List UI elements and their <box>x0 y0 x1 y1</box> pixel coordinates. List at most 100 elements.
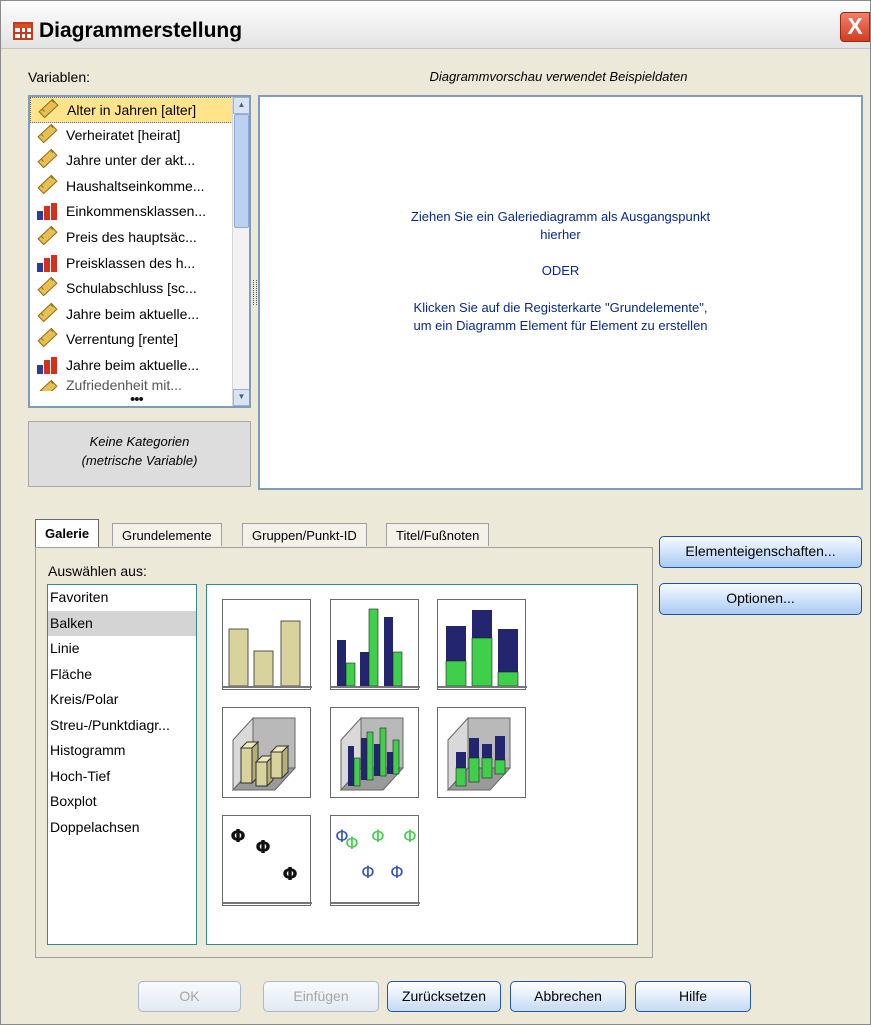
canvas-hint-3: Klicken Sie auf die Registerkarte "Grund… <box>413 300 708 315</box>
variable-label: Zufriedenheit mit... <box>66 378 182 391</box>
element-properties-button[interactable]: Elementeigenschaften... <box>659 536 862 568</box>
scale-ruler-icon <box>37 302 58 323</box>
variable-label: Alter in Jahren [alter] <box>67 102 197 118</box>
clustered-bar-chart-icon[interactable] <box>330 599 420 690</box>
variable-list-item[interactable]: Haushaltseinkomme... <box>30 174 249 200</box>
scroll-up-icon[interactable]: ▲ <box>233 97 249 114</box>
options-button[interactable]: Optionen... <box>659 583 862 615</box>
svg-text:Φ: Φ <box>390 863 403 883</box>
cancel-button[interactable]: Abbrechen <box>510 981 626 1012</box>
canvas-hint-2: hierher <box>540 227 581 242</box>
stacked-bar-chart-icon[interactable] <box>437 599 527 690</box>
chart-type-item[interactable]: Boxplot <box>48 789 196 815</box>
clustered-error-bar-icon[interactable]: Φ Φ Φ Φ Φ Φ <box>330 815 420 906</box>
paste-button[interactable]: Einfügen <box>263 981 379 1012</box>
variables-label-text: Variablen: <box>28 69 91 85</box>
canvas-hint-or: ODER <box>541 263 580 278</box>
svg-text:Φ: Φ <box>345 834 358 854</box>
ok-button[interactable]: OK <box>138 981 241 1012</box>
ordinal-bars-icon <box>37 356 58 374</box>
variable-label: Jahre unter der akt... <box>66 152 196 169</box>
svg-text:Φ: Φ <box>371 827 384 847</box>
category-info-box: Keine Kategorien (metrische Variable) <box>28 421 251 487</box>
simple-error-bar-icon[interactable]: Φ Φ Φ <box>222 815 312 906</box>
variable-list-item[interactable]: Schulabschluss [sc... <box>30 276 249 302</box>
chart-type-item[interactable]: Hoch-Tief <box>48 764 196 790</box>
3d-stacked-bar-icon[interactable] <box>437 707 526 798</box>
variable-list-item[interactable]: Jahre unter der akt... <box>30 148 249 174</box>
scale-ruler-icon <box>37 225 58 246</box>
svg-text:Φ: Φ <box>361 863 374 883</box>
variable-list-item[interactable]: Preis des hauptsäc... <box>30 225 249 251</box>
canvas-hint-1: Ziehen Sie ein Galeriediagramm als Ausga… <box>410 209 711 224</box>
scale-ruler-icon <box>37 123 58 143</box>
variable-list-item[interactable]: Verheiratet [heirat] <box>30 123 249 149</box>
tab-titel-fussnoten[interactable]: Titel/Fußnoten <box>386 523 490 546</box>
variable-label: Jahre beim aktuelle... <box>66 305 200 322</box>
scale-ruler-icon <box>37 276 58 297</box>
preview-title: Diagrammvorschau verwendet Beispieldaten <box>429 69 688 84</box>
scroll-thumb[interactable] <box>234 114 249 228</box>
variable-label: Jahre beim aktuelle... <box>66 356 200 373</box>
chart-builder-dialog: Diagrammerstellung X Variablen: Alter in… <box>0 0 871 1025</box>
chart-type-item[interactable]: Doppelachsen <box>48 815 196 841</box>
variable-list-item-partial[interactable]: Zufriedenheit mit... <box>30 379 249 391</box>
tab-grundelemente[interactable]: Grundelemente <box>112 523 222 546</box>
variable-list-item[interactable]: Preisklassen des h... <box>30 251 249 277</box>
close-button[interactable]: X <box>840 12 870 42</box>
scale-ruler-icon <box>37 328 58 348</box>
variable-label: Einkommensklassen... <box>66 203 207 220</box>
3d-simple-bar-icon[interactable] <box>222 707 311 798</box>
svg-text:Φ: Φ <box>255 837 270 858</box>
chart-type-item[interactable]: Favoriten <box>48 585 196 611</box>
variable-label: Preisklassen des h... <box>66 254 196 271</box>
variable-list-item[interactable]: Verrentung [rente] <box>30 327 249 353</box>
category-info-line2: (metrische Variable) <box>81 453 198 468</box>
chart-type-items: Favoriten Balken Linie Fläche Kreis/Polar Str… <box>48 585 196 840</box>
ordinal-bars-icon <box>37 254 58 272</box>
chart-type-list[interactable]: Favoriten Balken Linie Fläche Kreis/Polar Str… <box>47 584 197 945</box>
choose-from-label: Auswählen aus: <box>48 563 147 579</box>
variables-list[interactable]: Alter in Jahren [alter] Verheiratet [heir… <box>28 95 251 408</box>
help-button[interactable]: Hilfe <box>635 981 751 1012</box>
scale-ruler-icon <box>37 174 58 195</box>
variable-label: Schulabschluss [sc... <box>66 280 197 297</box>
variable-label: Haushaltseinkomme... <box>66 177 205 194</box>
scale-ruler-icon <box>37 148 58 169</box>
chart-builder-app-icon <box>13 22 33 40</box>
simple-bar-chart-icon[interactable] <box>222 599 312 690</box>
3d-clustered-bar-icon[interactable] <box>330 707 419 798</box>
variables-items: Alter in Jahren [alter] Verheiratet [heir… <box>30 97 249 391</box>
chart-type-item[interactable]: Kreis/Polar <box>48 687 196 713</box>
scroll-down-icon[interactable]: ▼ <box>233 389 249 406</box>
tab-galerie[interactable]: Galerie <box>35 519 100 547</box>
chart-type-item[interactable]: Fläche <box>48 662 196 688</box>
resize-grip-icon[interactable]: ••• <box>130 391 144 406</box>
chart-type-item[interactable]: Streu-/Punktdiagr... <box>48 713 196 739</box>
scale-ruler-icon <box>37 379 58 391</box>
variable-label: Verrentung [rente] <box>66 331 179 348</box>
variable-label: Preis des hauptsäc... <box>66 228 197 245</box>
category-info-line1: Keine Kategorien <box>89 434 190 449</box>
svg-text:Φ: Φ <box>282 864 297 885</box>
variable-label: Verheiratet [heirat] <box>66 126 181 143</box>
variables-label: Variablen: <box>28 69 90 85</box>
window-title: Diagrammerstellung <box>39 19 243 42</box>
panel-splitter[interactable] <box>253 280 257 305</box>
tab-gruppen-punkt-id[interactable]: Gruppen/Punkt-ID <box>242 523 367 546</box>
svg-text:Φ: Φ <box>403 827 416 847</box>
variable-list-item[interactable]: Jahre beim aktuelle... <box>30 302 249 328</box>
chart-type-item[interactable]: Balken <box>48 610 196 636</box>
variable-list-item[interactable]: Alter in Jahren [alter] <box>30 97 249 123</box>
gallery-thumbnails[interactable]: Φ Φ Φ Φ Φ Φ Φ Φ Φ <box>206 584 638 945</box>
variables-scrollbar[interactable]: ▲ ▼ <box>232 97 249 406</box>
chart-type-item[interactable]: Linie <box>48 636 196 662</box>
chart-canvas[interactable]: Ziehen Sie ein Galeriediagramm als Ausga… <box>258 95 863 490</box>
variable-list-item[interactable]: Jahre beim aktuelle... <box>30 353 249 379</box>
canvas-hint-4: um ein Diagramm Element für Element zu e… <box>413 318 708 333</box>
ordinal-bars-icon <box>37 203 58 221</box>
reset-button[interactable]: Zurücksetzen <box>387 981 501 1012</box>
scale-ruler-icon <box>38 98 59 119</box>
chart-type-item[interactable]: Histogramm <box>48 738 196 764</box>
variable-list-item[interactable]: Einkommensklassen... <box>30 199 249 225</box>
